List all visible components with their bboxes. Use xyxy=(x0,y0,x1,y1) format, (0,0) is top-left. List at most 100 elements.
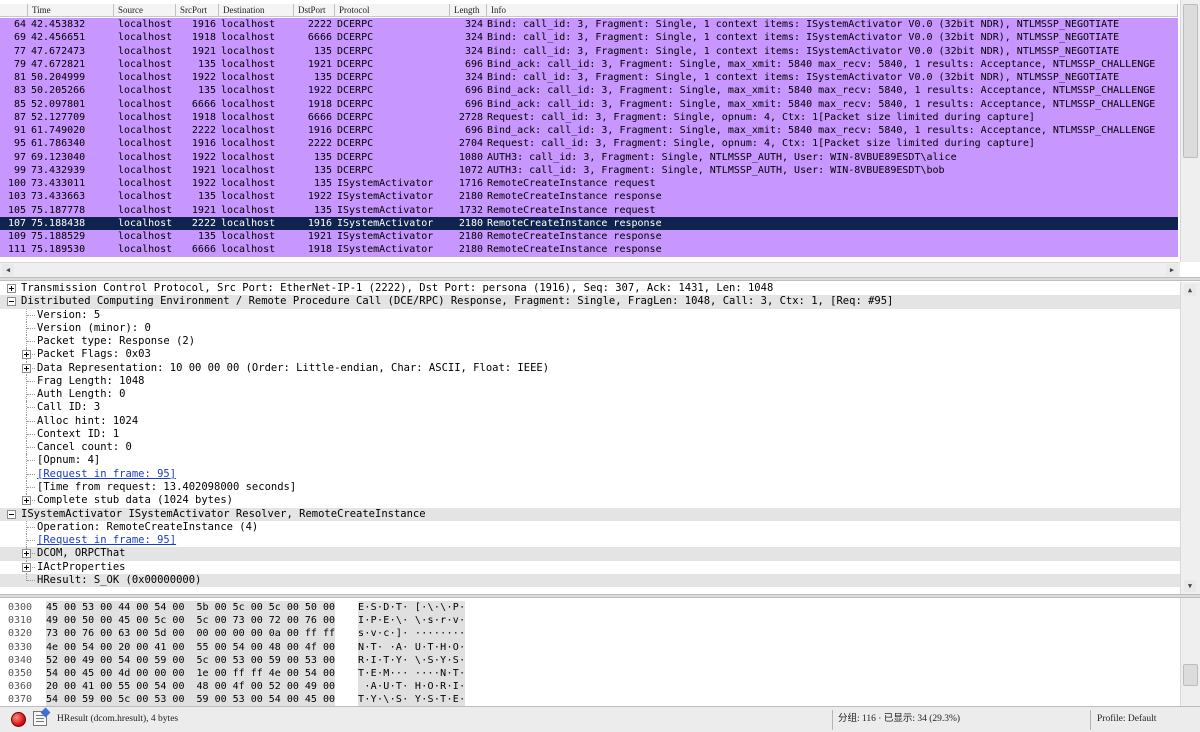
pane-splitter-top[interactable] xyxy=(0,277,1200,281)
red-stop-icon[interactable] xyxy=(11,712,26,727)
tree-item-link[interactable]: [Request in frame: 95] xyxy=(37,534,176,547)
expand-plus-icon[interactable] xyxy=(22,562,31,572)
packet-bytes-vertical-scrollbar[interactable] xyxy=(1180,598,1200,706)
column-header-source[interactable]: Source xyxy=(114,4,176,16)
packet-row-selected[interactable]: 107 75.188438 localhost 2222 localhost 1916 IS… xyxy=(0,216,1178,230)
tree-item[interactable]: Cancel count: 0 xyxy=(0,441,1180,455)
packet-time: 61.786340 xyxy=(31,138,86,150)
packet-row[interactable]: 111 75.189530 localhost 6666 localhost 1918 IS… xyxy=(0,243,1178,257)
packet-source: localhost xyxy=(118,244,173,256)
tree-item[interactable]: Call ID: 3 xyxy=(0,401,1180,415)
packet-row[interactable]: 85 52.097801 localhost 6666 localhost 1918 DCE… xyxy=(0,97,1178,111)
packet-list-pane[interactable]: Time Source SrcPort Destination DstPort … xyxy=(0,0,1200,277)
packet-row[interactable]: 105 75.187778 localhost 1921 localhost 135 ISy… xyxy=(0,203,1178,217)
hex-row[interactable]: 0360 20 00 41 00 55 00 54 00 48 00 4f 00 … xyxy=(0,680,1178,694)
column-header-srcport[interactable]: SrcPort xyxy=(176,4,219,16)
expert-info-icon[interactable] xyxy=(33,711,47,726)
collapse-minus-icon[interactable] xyxy=(7,509,16,519)
tree-item[interactable]: Transmission Control Protocol, Src Port:… xyxy=(0,282,1180,295)
packet-row[interactable]: 81 50.204999 localhost 1922 localhost 135 DCER… xyxy=(0,71,1178,85)
packet-destination: localhost xyxy=(221,231,276,242)
packet-length: 696 xyxy=(464,58,483,70)
packet-row[interactable]: 77 47.672473 localhost 1921 localhost 135 DCER… xyxy=(0,44,1178,58)
hex-offset: 0330 xyxy=(8,641,33,653)
packet-row[interactable]: 91 61.749020 localhost 2222 localhost 1916 DCE… xyxy=(0,124,1178,138)
tree-item[interactable]: Packet type: Response (2) xyxy=(0,335,1180,349)
packet-row[interactable]: 69 42.456651 localhost 1918 localhost 6666 DCE… xyxy=(0,31,1178,45)
packet-row[interactable]: 83 50.205266 localhost 135 localhost 1922 DCER… xyxy=(0,84,1178,98)
tree-item[interactable]: DCOM, ORPCThat xyxy=(0,547,1180,561)
expand-plus-icon[interactable] xyxy=(22,496,31,506)
column-header-length[interactable]: Length xyxy=(450,4,487,16)
tree-item[interactable]: Version (minor): 0 xyxy=(0,321,1180,336)
tree-item[interactable]: Auth Length: 0 xyxy=(0,388,1180,402)
hex-row[interactable]: 0320 73 00 76 00 63 00 5d 00 00 00 00 00 … xyxy=(0,627,1178,641)
packet-srcport: 1918 xyxy=(191,111,216,123)
packet-row[interactable]: 95 61.786340 localhost 1916 localhost 2222 DCE… xyxy=(0,137,1178,151)
packet-row[interactable]: 87 52.127709 localhost 1918 localhost 6666 DCE… xyxy=(0,110,1178,124)
column-header-info[interactable]: Info xyxy=(487,4,1178,16)
packet-row[interactable]: 109 75.188529 localhost 135 localhost 1921 ISy… xyxy=(0,230,1178,244)
packet-row[interactable]: 103 73.433663 localhost 135 localhost 1922 ISy… xyxy=(0,190,1178,204)
packet-source: localhost xyxy=(118,111,173,123)
column-header-destination[interactable]: Destination xyxy=(219,4,294,16)
tree-item[interactable]: Operation: RemoteCreateInstance (4) xyxy=(0,520,1180,535)
packet-source: localhost xyxy=(118,191,173,203)
scroll-right-icon[interactable]: ▶ xyxy=(1166,264,1178,276)
expand-plus-icon[interactable] xyxy=(22,549,31,559)
packet-row[interactable]: 64 42.453832 localhost 1916 localhost 2222 DCE… xyxy=(0,18,1178,32)
packet-destination: localhost xyxy=(221,178,276,189)
hex-row[interactable]: 0300 45 00 53 00 44 00 54 00 5b 00 5c 00 … xyxy=(0,601,1178,615)
scroll-left-icon[interactable]: ◀ xyxy=(2,264,14,276)
hex-row[interactable]: 0350 54 00 45 00 4d 00 00 00 1e 00 ff ff … xyxy=(0,667,1178,681)
status-divider[interactable] xyxy=(1090,710,1091,730)
tree-item[interactable]: Packet Flags: 0x03 xyxy=(0,348,1180,362)
packet-list-vertical-scrollbar[interactable] xyxy=(1180,0,1200,262)
hex-row[interactable]: 0310 49 00 50 00 45 00 5c 00 5c 00 73 00 … xyxy=(0,614,1178,628)
packet-row[interactable]: 100 73.433011 localhost 1922 localhost 135 ISy… xyxy=(0,177,1178,191)
packet-list-horizontal-scrollbar[interactable]: ◀ ▶ xyxy=(0,262,1180,277)
packet-details-pane[interactable]: Transmission Control Protocol, Src Port:… xyxy=(0,282,1200,594)
tree-item[interactable]: Frag Length: 1048 xyxy=(0,374,1180,389)
status-profile[interactable]: Profile: Default xyxy=(1097,713,1156,726)
tree-item[interactable]: IActProperties xyxy=(0,560,1180,574)
scroll-down-icon[interactable]: ▼ xyxy=(1184,580,1196,592)
tree-item[interactable]: [Request in frame: 95] xyxy=(0,467,1180,481)
packet-destination: localhost xyxy=(221,164,276,176)
tree-item[interactable]: ISystemActivator ISystemActivator Resolv… xyxy=(0,507,1180,521)
expand-plus-icon[interactable] xyxy=(22,363,31,373)
tree-item[interactable]: [Opnum: 4] xyxy=(0,454,1180,468)
column-header-dstport[interactable]: DstPort xyxy=(294,4,335,16)
status-divider[interactable] xyxy=(832,710,833,730)
packet-details-vertical-scrollbar[interactable]: ▲ ▼ xyxy=(1180,282,1200,594)
packet-list-body: 64 42.453832 localhost 1916 localhost 2222 DCE… xyxy=(0,18,1178,258)
hex-row[interactable]: 0370 54 00 59 00 5c 00 53 00 59 00 53 00 … xyxy=(0,693,1178,706)
tree-item-link[interactable]: [Request in frame: 95] xyxy=(37,468,176,481)
collapse-minus-icon[interactable] xyxy=(7,297,16,307)
tree-item[interactable]: Complete stub data (1024 bytes) xyxy=(0,494,1180,507)
tree-item[interactable]: Alloc hint: 1024 xyxy=(0,414,1180,428)
expand-plus-icon[interactable] xyxy=(22,350,31,360)
packet-bytes-scroll-thumb[interactable] xyxy=(1183,664,1198,686)
tree-item[interactable]: [Time from request: 13.402098000 seconds… xyxy=(0,480,1180,495)
tree-item[interactable]: Context ID: 1 xyxy=(0,427,1180,442)
column-header-time[interactable]: Time xyxy=(28,4,114,16)
column-header-number[interactable] xyxy=(0,4,28,16)
packet-list-scroll-thumb[interactable] xyxy=(1183,4,1198,158)
hex-row[interactable]: 0330 4e 00 54 00 20 00 41 00 55 00 54 00 … xyxy=(0,640,1178,654)
packet-row[interactable]: 99 73.432939 localhost 1921 localhost 135 DCER… xyxy=(0,163,1178,177)
packet-srcport: 1921 xyxy=(191,204,216,216)
packet-row[interactable]: 79 47.672821 localhost 135 localhost 1921 DCER… xyxy=(0,57,1178,71)
tree-item[interactable]: HResult: S_OK (0x00000000) xyxy=(0,573,1180,588)
hex-row[interactable]: 0340 52 00 49 00 54 00 59 00 5c 00 53 00 … xyxy=(0,653,1178,667)
scroll-up-icon[interactable]: ▲ xyxy=(1184,284,1196,296)
tree-item[interactable]: Distributed Computing Environment / Remo… xyxy=(0,295,1180,309)
tree-guide-line xyxy=(27,447,35,449)
packet-bytes-pane[interactable]: 0300 45 00 53 00 44 00 54 00 5b 00 5c 00 … xyxy=(0,598,1200,706)
tree-item[interactable]: Data Representation: 10 00 00 00 (Order:… xyxy=(0,361,1180,375)
column-header-protocol[interactable]: Protocol xyxy=(335,4,450,16)
tree-item[interactable]: Version: 5 xyxy=(0,308,1180,322)
packet-row[interactable]: 97 69.123040 localhost 1922 localhost 135 DCER… xyxy=(0,150,1178,164)
tree-item[interactable]: [Request in frame: 95] xyxy=(0,534,1180,548)
expand-plus-icon[interactable] xyxy=(7,284,16,293)
